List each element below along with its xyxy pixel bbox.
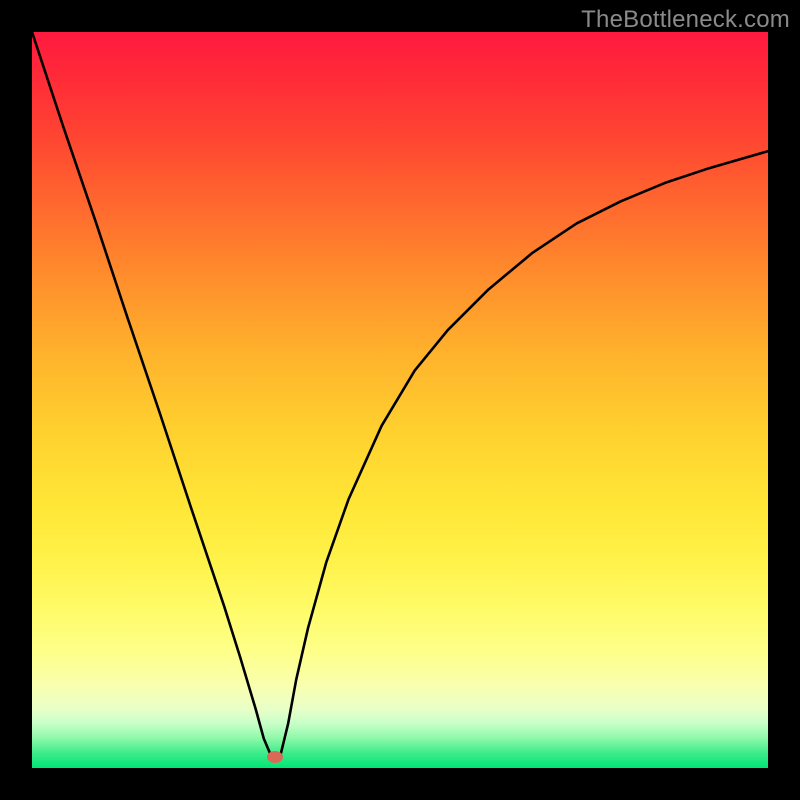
watermark-text: TheBottleneck.com <box>581 6 790 34</box>
bottleneck-curve <box>32 32 768 768</box>
optimum-marker-dot <box>267 751 283 763</box>
chart-stage: TheBottleneck.com <box>0 0 800 800</box>
